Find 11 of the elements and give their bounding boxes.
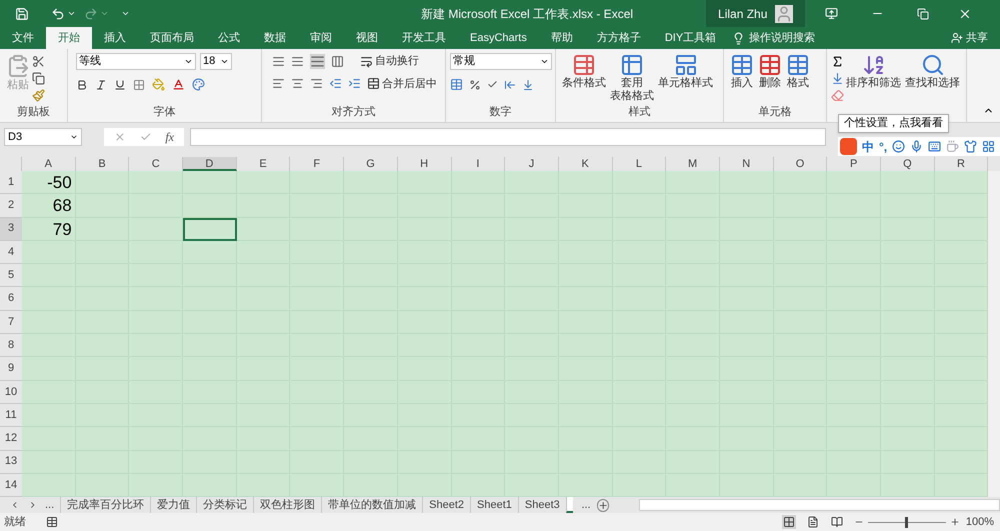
group-label: 字体 xyxy=(154,104,176,120)
group-label: 样式 xyxy=(628,104,650,120)
window-title: 新建 Microsoft Excel 工作表.xlsx - Excel xyxy=(421,6,634,22)
user-name: Lilan Zhu xyxy=(718,6,768,22)
tooltip: 个性设置，点我看看 xyxy=(838,114,949,133)
group-label: 对齐方式 xyxy=(332,104,376,120)
group-label: 剪贴板 xyxy=(17,104,50,120)
status-text: 就绪 xyxy=(4,514,26,530)
group-label: 单元格 xyxy=(758,104,792,120)
zoom-level: 100% xyxy=(966,514,994,530)
group-label: 数字 xyxy=(490,104,512,120)
